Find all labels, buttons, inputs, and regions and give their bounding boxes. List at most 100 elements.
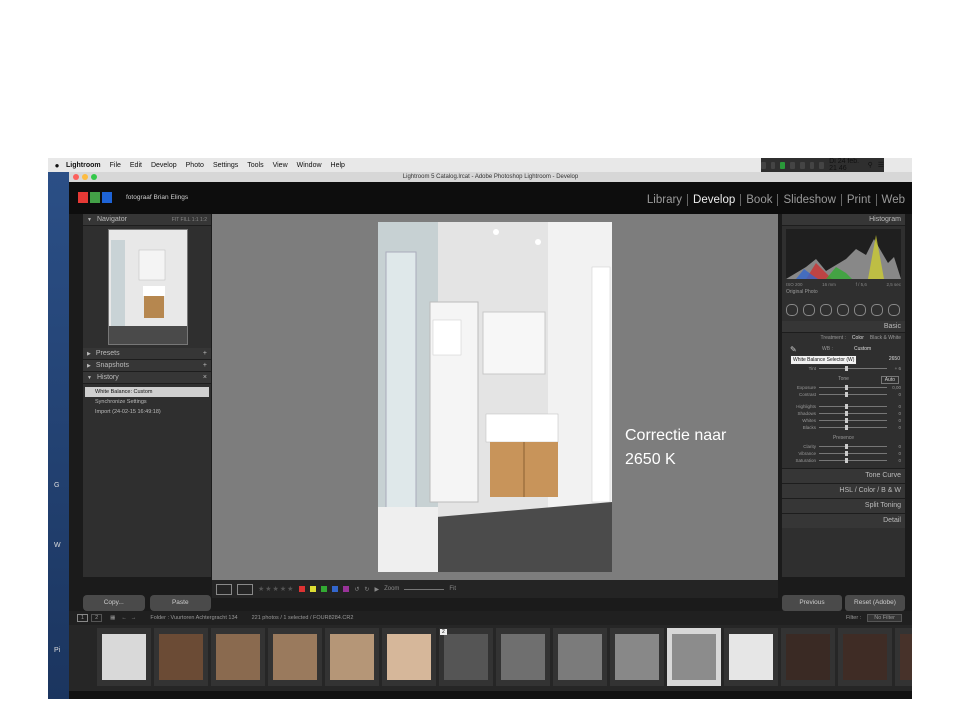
module-book[interactable]: Book [741, 194, 779, 206]
add-snapshot-icon[interactable]: + [203, 362, 207, 369]
wifi-icon[interactable] [809, 161, 815, 169]
detail-header[interactable]: Detail [782, 513, 905, 528]
selection-count[interactable]: 221 photos / 1 selected / FOUR8284.CR2 [252, 615, 354, 621]
module-slideshow[interactable]: Slideshow [778, 194, 842, 206]
add-preset-icon[interactable]: + [203, 350, 207, 357]
treatment-bw[interactable]: Black & White [870, 333, 901, 343]
color-label-purple[interactable] [343, 586, 350, 592]
slider-knob[interactable] [844, 451, 848, 456]
tint-slider[interactable]: Tint + 6 [782, 365, 905, 372]
rotate-left-icon[interactable]: ↺ [354, 586, 359, 593]
slider-track[interactable] [819, 425, 887, 430]
temp-value[interactable]: 2650 [889, 356, 900, 362]
highlights-slider[interactable]: Highlights 0 [782, 403, 905, 410]
graduated-filter-icon[interactable] [854, 304, 866, 316]
slider-track[interactable] [819, 411, 887, 416]
module-web[interactable]: Web [877, 194, 910, 206]
slider-track[interactable] [819, 458, 887, 463]
menu-help[interactable]: Help [331, 162, 345, 169]
color-label-green[interactable] [321, 586, 328, 592]
rotate-right-icon[interactable]: ↻ [364, 586, 369, 593]
menu-lightroom[interactable]: Lightroom [66, 162, 101, 169]
wb-select[interactable]: Custom [854, 346, 871, 352]
auto-tone-button[interactable]: Auto [880, 376, 899, 384]
snapshots-header[interactable]: ▶ Snapshots + [83, 360, 211, 372]
shadows-slider[interactable]: Shadows 0 [782, 410, 905, 417]
slider-track[interactable] [819, 366, 887, 371]
thumbnail-image[interactable] [501, 634, 545, 680]
list-icon[interactable]: ☰ [878, 161, 884, 169]
minimize-icon[interactable] [82, 174, 88, 180]
clarity-slider[interactable]: Clarity 0 [782, 443, 905, 450]
slider-track[interactable] [819, 392, 887, 397]
status-icon[interactable] [790, 161, 795, 169]
menu-settings[interactable]: Settings [213, 162, 238, 169]
back-arrow-icon[interactable]: ← [121, 615, 127, 621]
filmstrip-thumbnail[interactable] [382, 628, 436, 686]
red-eye-icon[interactable] [837, 304, 849, 316]
thumbnail-image[interactable] [900, 634, 912, 680]
bottom-panel-toggle[interactable] [69, 691, 912, 699]
filmstrip-thumbnail[interactable] [895, 628, 912, 686]
filmstrip-thumbnail[interactable] [325, 628, 379, 686]
slider-knob[interactable] [844, 411, 848, 416]
slider-knob[interactable] [844, 444, 848, 449]
slider-track[interactable] [819, 451, 887, 456]
page-2-button[interactable]: 2 [91, 614, 103, 622]
slider-knob[interactable] [844, 458, 848, 463]
thumbnail-image[interactable] [558, 634, 602, 680]
filmstrip-thumbnail[interactable] [838, 628, 892, 686]
menu-window[interactable]: Window [297, 162, 322, 169]
status-icon[interactable] [799, 161, 805, 169]
status-icon[interactable] [770, 161, 776, 169]
histogram-header[interactable]: Histogram [782, 214, 905, 226]
thumbnail-image[interactable] [159, 634, 203, 680]
presets-header[interactable]: ▶ Presets + [83, 348, 211, 360]
history-item[interactable]: Import (24-02-15 16:49:18) [85, 407, 209, 417]
slider-track[interactable] [819, 418, 887, 423]
thumbnail-image[interactable] [843, 634, 887, 680]
thumbnail-image[interactable] [615, 634, 659, 680]
play-icon[interactable]: ▶ [374, 586, 379, 593]
filmstrip-thumbnail[interactable]: 2 [439, 628, 493, 686]
before-after-icon[interactable] [237, 583, 253, 595]
slider-knob[interactable] [844, 366, 848, 371]
filmstrip-thumbnail[interactable] [553, 628, 607, 686]
page-1-button[interactable]: 1 [77, 614, 89, 622]
forward-arrow-icon[interactable]: → [131, 615, 137, 621]
slider-track[interactable] [819, 385, 887, 390]
split-toning-header[interactable]: Split Toning [782, 498, 905, 513]
histogram[interactable] [786, 229, 901, 279]
spot-removal-icon[interactable] [820, 304, 832, 316]
zoom-icon[interactable] [91, 174, 97, 180]
thumbnail-image[interactable] [273, 634, 317, 680]
module-library[interactable]: Library [642, 194, 689, 206]
filmstrip-thumbnail[interactable] [154, 628, 208, 686]
filmstrip-thumbnail[interactable] [781, 628, 835, 686]
crop-icon[interactable] [803, 304, 815, 316]
saturation-slider[interactable]: Saturation 0 [782, 457, 905, 464]
search-icon[interactable]: ⚲ [868, 161, 873, 169]
filmstrip-thumbnail[interactable] [610, 628, 664, 686]
tone-curve-header[interactable]: Tone Curve [782, 468, 905, 483]
grid-icon[interactable] [786, 304, 798, 316]
status-icon[interactable] [780, 161, 786, 169]
menu-develop[interactable]: Develop [151, 162, 177, 169]
color-label-blue[interactable] [332, 586, 339, 592]
navigator-header[interactable]: ▼ Navigator FIT FILL 1:1 1:2 [83, 214, 211, 226]
module-print[interactable]: Print [842, 194, 877, 206]
whites-slider[interactable]: Whites 0 [782, 417, 905, 424]
radial-filter-icon[interactable] [871, 304, 883, 316]
navigator-zoom-options[interactable]: FIT FILL 1:1 1:2 [172, 217, 207, 223]
folder-path[interactable]: Folder : Vuurtoren Achtergracht 134 [150, 615, 237, 621]
vibrance-slider[interactable]: Vibrance 0 [782, 450, 905, 457]
main-photo[interactable] [378, 222, 612, 572]
status-icon[interactable] [761, 161, 766, 169]
reset-button[interactable]: Reset (Adobe) [845, 595, 905, 611]
navigator-thumbnail[interactable] [108, 229, 188, 345]
filmstrip-thumbnail[interactable] [667, 628, 721, 686]
rating-stars[interactable]: ★★★★★ [258, 585, 294, 593]
menu-edit[interactable]: Edit [130, 162, 142, 169]
menu-view[interactable]: View [273, 162, 288, 169]
copy-button[interactable]: Copy... [83, 595, 145, 611]
